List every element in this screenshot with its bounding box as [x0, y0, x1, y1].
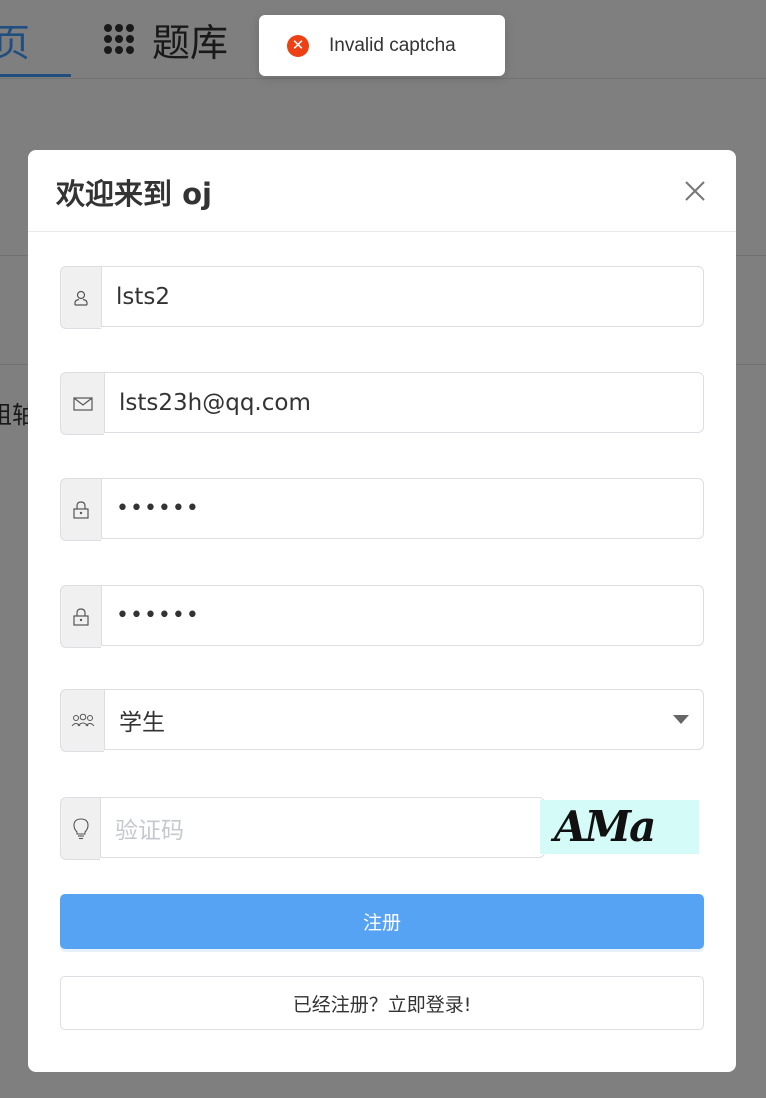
error-circle-icon: ✕: [287, 34, 309, 57]
mail-icon: [60, 372, 104, 435]
people-icon: [60, 689, 104, 752]
password-field: ••••••: [60, 478, 704, 541]
captcha-field: 验证码: [60, 797, 545, 860]
username-input[interactable]: lsts2: [101, 266, 704, 327]
captcha-input[interactable]: 验证码: [100, 797, 545, 858]
toast-message: Invalid captcha: [329, 34, 456, 56]
captcha-image[interactable]: AMa: [540, 800, 699, 854]
password-input[interactable]: ••••••: [101, 478, 704, 539]
bulb-icon: [60, 797, 100, 860]
role-select[interactable]: 学生: [104, 689, 704, 750]
lock-icon: [60, 585, 101, 648]
close-icon[interactable]: [680, 176, 710, 206]
error-toast: ✕ Invalid captcha: [259, 15, 505, 76]
username-field: lsts2: [60, 266, 704, 329]
captcha-image-text: AMa: [554, 802, 656, 851]
user-icon: [60, 266, 101, 329]
confirm-password-field: ••••••: [60, 585, 704, 648]
email-input[interactable]: lsts23h@qq.com: [104, 372, 704, 433]
register-modal: 欢迎来到 oj lsts2 lsts23h@qq.com •••••• ••••…: [28, 150, 736, 1072]
role-field: 学生: [60, 689, 704, 752]
modal-title: 欢迎来到 oj: [56, 177, 212, 211]
modal-header: 欢迎来到 oj: [28, 150, 736, 232]
lock-icon: [60, 478, 101, 541]
confirm-password-input[interactable]: ••••••: [101, 585, 704, 646]
role-select-value: 学生: [119, 709, 165, 736]
email-field: lsts23h@qq.com: [60, 372, 704, 435]
register-button[interactable]: 注册: [60, 894, 704, 949]
chevron-down-icon: [673, 715, 689, 724]
go-to-login-button[interactable]: 已经注册？立即登录!: [60, 976, 704, 1030]
